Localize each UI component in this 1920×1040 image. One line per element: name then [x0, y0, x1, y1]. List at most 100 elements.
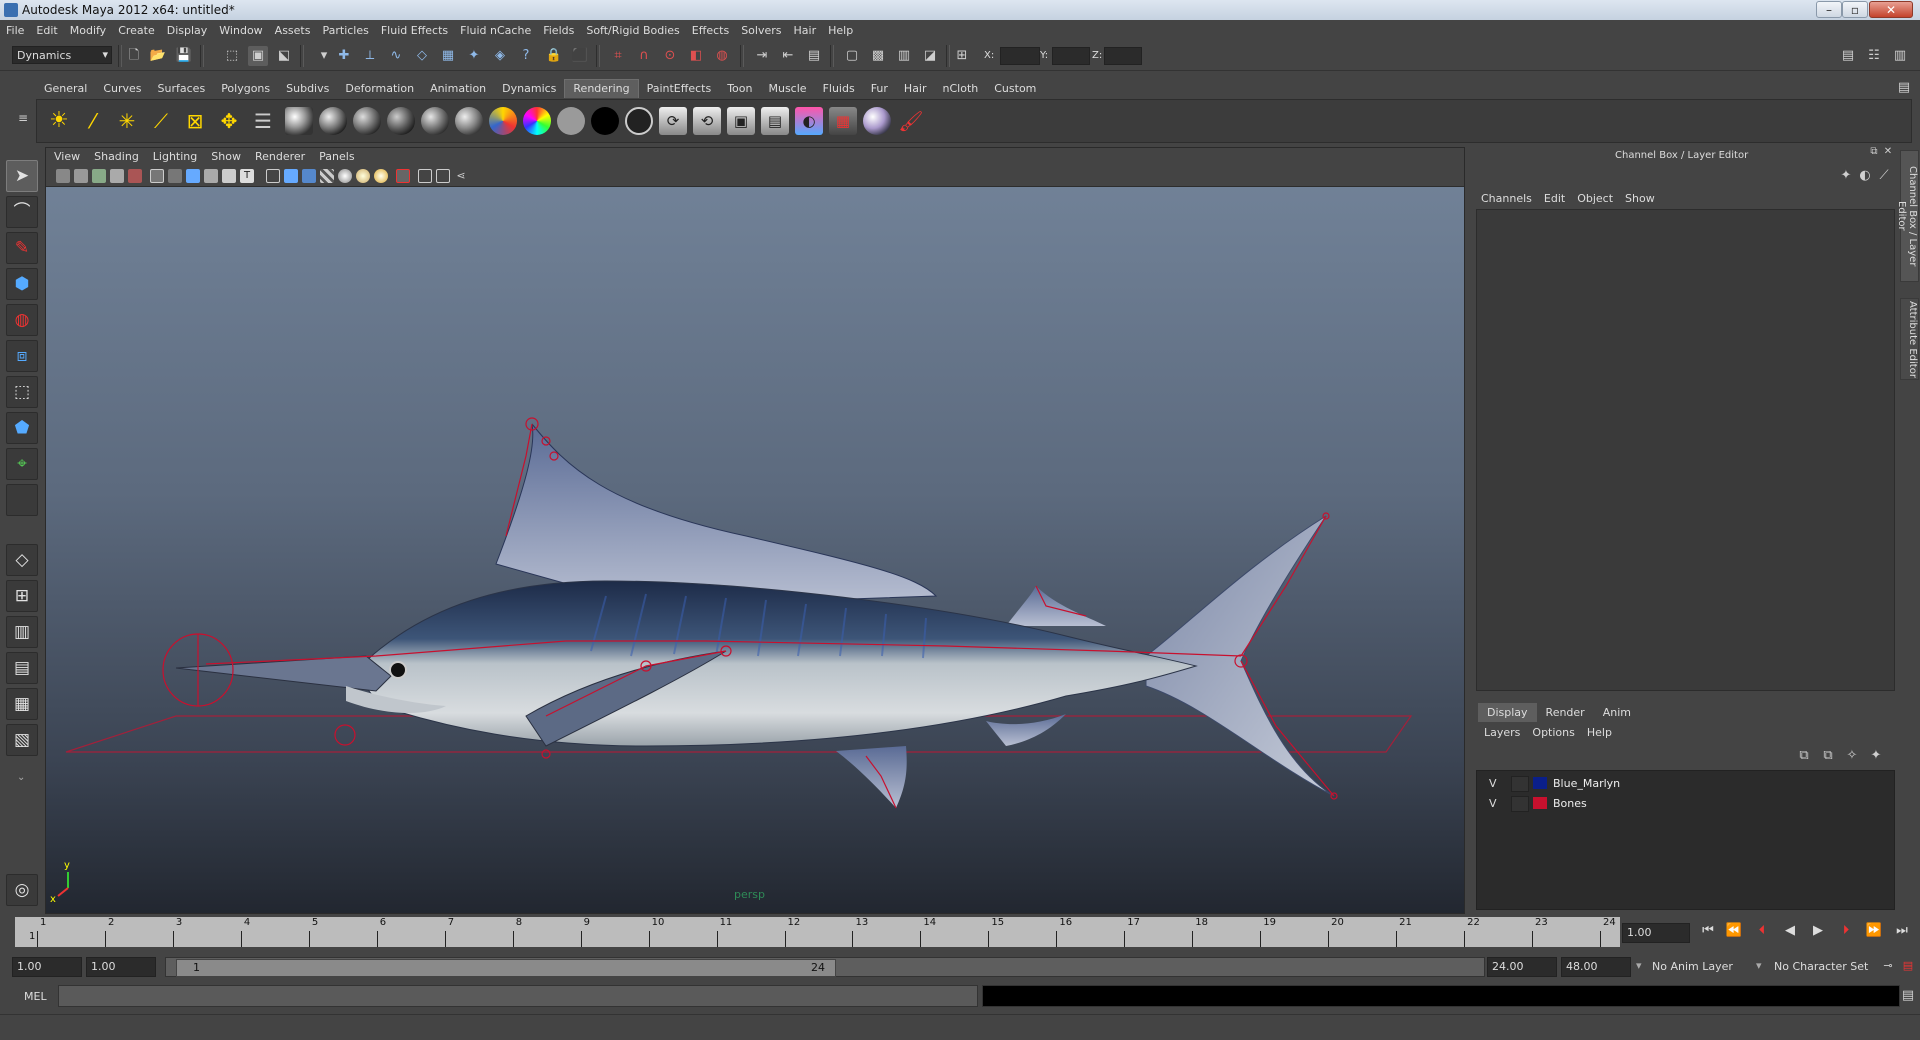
go-to-start-icon[interactable]: ⏮: [1696, 920, 1720, 942]
animation-preferences-icon[interactable]: ▤: [1898, 956, 1918, 976]
end-time-field[interactable]: 48.00: [1561, 957, 1631, 977]
menu-soft-rigid-bodies[interactable]: Soft/Rigid Bodies: [580, 21, 685, 41]
move-layer-up-icon[interactable]: ⧉: [1794, 746, 1814, 766]
field-chart-icon[interactable]: [222, 169, 236, 183]
safe-title-icon[interactable]: T: [240, 169, 254, 183]
menu-modify[interactable]: Modify: [64, 21, 112, 41]
select-tool-icon[interactable]: ➤: [6, 160, 38, 192]
new-empty-layer-icon[interactable]: ✧: [1842, 746, 1862, 766]
quick-layout-icon[interactable]: ◎: [6, 874, 38, 906]
shelf-tab-rendering[interactable]: Rendering: [564, 79, 639, 98]
step-back-key-icon[interactable]: ⏴: [1750, 920, 1774, 942]
select-joints-icon[interactable]: ⟂: [360, 46, 380, 66]
menuset-dropdown[interactable]: Dynamics ▾: [12, 46, 112, 64]
shelf-settings-icon[interactable]: ▤: [1894, 78, 1914, 98]
shelf-tab-deformation[interactable]: Deformation: [337, 80, 422, 98]
render-settings-icon[interactable]: ▥: [894, 46, 914, 66]
go-to-end-icon[interactable]: ⏭: [1890, 920, 1914, 942]
menu-assets[interactable]: Assets: [269, 21, 317, 41]
ipr-icon[interactable]: ▣: [727, 107, 755, 135]
viewport-menu-show[interactable]: Show: [204, 148, 248, 165]
ipr-render-icon[interactable]: ▩: [868, 46, 888, 66]
shelf-tab-general[interactable]: General: [36, 80, 95, 98]
paint-brush-icon[interactable]: 🖌: [897, 107, 925, 135]
persp-graph-layout-icon[interactable]: ▤: [6, 652, 38, 684]
two-d-pan-zoom-icon[interactable]: [128, 169, 142, 183]
black-shader-icon[interactable]: [591, 107, 619, 135]
minimize-button[interactable]: –: [1816, 1, 1842, 18]
cb-menu-edit[interactable]: Edit: [1538, 190, 1571, 207]
channel-box-body[interactable]: [1476, 209, 1895, 691]
menu-help[interactable]: Help: [822, 21, 859, 41]
shadows-icon[interactable]: [374, 169, 388, 183]
hypershade-layout-icon[interactable]: ▦: [6, 688, 38, 720]
menu-fluid-ncache[interactable]: Fluid nCache: [454, 21, 537, 41]
channel-slow-icon[interactable]: ⟋: [1874, 166, 1894, 186]
resolution-gate-icon[interactable]: [186, 169, 200, 183]
toggle-attribute-editor-icon[interactable]: ▤: [1838, 46, 1858, 66]
play-forwards-icon[interactable]: ▶: [1806, 920, 1830, 942]
x-field[interactable]: [1000, 47, 1040, 65]
cb-menu-object[interactable]: Object: [1571, 190, 1619, 207]
z-field[interactable]: [1104, 47, 1142, 65]
lock-selection-icon[interactable]: 🔒: [544, 46, 564, 66]
phonge-material-icon[interactable]: [421, 107, 449, 135]
ramp-shader-icon[interactable]: [455, 107, 483, 135]
layered-shader-icon[interactable]: ☰: [249, 107, 277, 135]
shelf-tab-fur[interactable]: Fur: [863, 80, 896, 98]
script-editor-icon[interactable]: ▤: [1898, 986, 1918, 1006]
layer-color-swatch[interactable]: [1533, 777, 1547, 789]
wireframe-icon[interactable]: [266, 169, 280, 183]
use-background-icon[interactable]: [557, 107, 585, 135]
viewport-menu-lighting[interactable]: Lighting: [146, 148, 204, 165]
menu-fields[interactable]: Fields: [537, 21, 580, 41]
layer-tab-display[interactable]: Display: [1478, 703, 1537, 722]
cb-menu-channels[interactable]: Channels: [1475, 190, 1538, 207]
step-back-frame-icon[interactable]: ⏪: [1722, 920, 1746, 942]
close-button[interactable]: ✕: [1869, 1, 1913, 18]
channel-hyper-icon[interactable]: ◐: [1855, 166, 1875, 186]
shelf-menu-icon[interactable]: ≡: [13, 108, 33, 134]
shelf-tab-toon[interactable]: Toon: [719, 80, 760, 98]
single-perspective-layout-icon[interactable]: ◇: [6, 544, 38, 576]
render-globals-icon[interactable]: ▤: [761, 107, 789, 135]
select-rendering-icon[interactable]: ◈: [490, 46, 510, 66]
anisotropic-material-icon[interactable]: [285, 107, 313, 135]
menu-create[interactable]: Create: [112, 21, 161, 41]
cb-menu-show[interactable]: Show: [1619, 190, 1661, 207]
layer-menu-help[interactable]: Help: [1581, 724, 1618, 741]
area-light-icon[interactable]: ⊠: [181, 107, 209, 135]
shelf-tab-ncloth[interactable]: nCloth: [935, 80, 987, 98]
batch-render-icon[interactable]: ▦: [829, 107, 857, 135]
start-time-field[interactable]: 1.00: [12, 957, 82, 977]
layer-row[interactable]: V Blue_Marlyn: [1481, 775, 1886, 793]
shelf-tab-surfaces[interactable]: Surfaces: [150, 80, 214, 98]
persp-graph-outliner-layout-icon[interactable]: ▧: [6, 724, 38, 756]
close-panel-icon[interactable]: ✕: [1881, 145, 1895, 159]
layer-color-swatch[interactable]: [1533, 797, 1547, 809]
smooth-shade-icon[interactable]: [284, 169, 298, 183]
highlight-selection-icon[interactable]: ⬛: [570, 46, 590, 66]
layer-row[interactable]: V Bones: [1481, 795, 1886, 813]
rotate-tool-icon[interactable]: ◍: [6, 304, 38, 336]
gate-mask-icon[interactable]: [204, 169, 218, 183]
all-lights-icon[interactable]: [356, 169, 370, 183]
lasso-tool-icon[interactable]: ⌒: [6, 196, 38, 228]
range-slider-handle[interactable]: 1 24: [176, 959, 836, 977]
menu-file[interactable]: File: [0, 21, 30, 41]
menu-hair[interactable]: Hair: [788, 21, 823, 41]
grid-icon[interactable]: [150, 169, 164, 183]
select-handles-icon[interactable]: ✚: [334, 46, 354, 66]
render-frame-icon[interactable]: ▢: [842, 46, 862, 66]
toggle-tool-settings-icon[interactable]: ☷: [1864, 46, 1884, 66]
step-forward-key-icon[interactable]: ⏵: [1834, 920, 1858, 942]
directional-light-icon[interactable]: ⁄: [79, 107, 107, 135]
select-camera-icon[interactable]: [56, 169, 70, 183]
key-icon[interactable]: ⊸: [1878, 956, 1898, 976]
render-current-icon[interactable]: ⟲: [693, 107, 721, 135]
new-layer-from-selected-icon[interactable]: ✦: [1866, 746, 1886, 766]
select-curves-icon[interactable]: ∿: [386, 46, 406, 66]
layer-visibility-toggle[interactable]: V: [1489, 797, 1503, 810]
snap-view-plane-icon[interactable]: ◧: [686, 46, 706, 66]
move-layer-down-icon[interactable]: ⧉: [1818, 746, 1838, 766]
